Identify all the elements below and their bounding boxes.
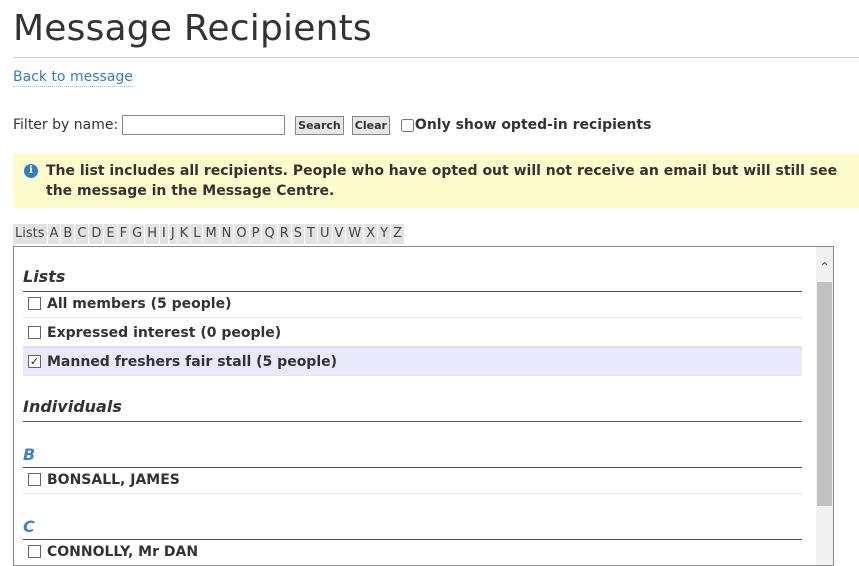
alphabet-item-q[interactable]: Q [262, 224, 277, 244]
recipient-label: Expressed interest (0 people) [47, 324, 282, 341]
info-notice: i The list includes all recipients. Peop… [13, 153, 859, 208]
scroll-thumb[interactable] [817, 282, 832, 506]
letter-heading-b: B [23, 445, 802, 468]
recipient-label: BONSALL, JAMES [47, 471, 180, 488]
alphabet-item-x[interactable]: X [364, 224, 378, 244]
alphabet-item-d[interactable]: D [89, 224, 104, 244]
alphabet-index: Lists A B C D E F G H I J K L M N O P Q R S T U V W X Y Z [13, 224, 405, 244]
search-button[interactable]: Search [295, 115, 344, 135]
filter-label: Filter by name: [13, 117, 119, 133]
recipient-row[interactable]: BONSALL, JAMES [23, 466, 802, 494]
recipient-row[interactable]: CONNOLLY, Mr DAN [23, 538, 802, 565]
alphabet-item-h[interactable]: H [145, 224, 159, 244]
alphabet-item-n[interactable]: N [219, 224, 234, 244]
clear-button[interactable]: Clear [351, 115, 390, 135]
alphabet-item-u[interactable]: U [317, 224, 332, 244]
letter-heading-c: C [23, 517, 802, 540]
checkbox-checked[interactable]: ✓ [28, 355, 41, 368]
opted-in-filter[interactable]: Only show opted-in recipients [400, 117, 652, 133]
alphabet-item-j[interactable]: J [168, 224, 177, 244]
lists-heading: Lists [23, 267, 802, 292]
recipient-label: All members (5 people) [47, 295, 232, 312]
alphabet-item-l[interactable]: L [191, 224, 203, 244]
filter-name-input[interactable] [122, 115, 286, 135]
alphabet-item-c[interactable]: C [75, 224, 89, 244]
checkbox[interactable] [28, 326, 41, 339]
alphabet-item-i[interactable]: I [159, 224, 168, 244]
back-to-message-link[interactable]: Back to message [13, 69, 133, 87]
alphabet-item-o[interactable]: O [234, 224, 249, 244]
recipients-panel: Lists All members (5 people) Expressed int… [13, 246, 834, 566]
alphabet-item-z[interactable]: Z [391, 224, 405, 244]
list-item[interactable]: ✓ Manned freshers fair stall (5 people) [23, 347, 802, 376]
alphabet-item-r[interactable]: R [277, 224, 291, 244]
alphabet-item-t[interactable]: T [305, 224, 317, 244]
page-title: Message Recipients [13, 8, 372, 49]
recipient-label: Manned freshers fair stall (5 people) [47, 353, 338, 370]
alphabet-item-p[interactable]: P [249, 224, 262, 244]
recipient-label: CONNOLLY, Mr DAN [47, 543, 199, 560]
info-text: The list includes all recipients. People… [46, 163, 838, 199]
chevron-up-icon[interactable]: ⌃ [816, 260, 833, 274]
alphabet-item-f[interactable]: F [117, 224, 130, 244]
alphabet-item-m[interactable]: M [203, 224, 219, 244]
alphabet-item-y[interactable]: Y [378, 224, 391, 244]
alphabet-item-k[interactable]: K [177, 224, 191, 244]
alphabet-item-v[interactable]: V [332, 224, 346, 244]
checkbox[interactable] [28, 545, 41, 558]
checkbox[interactable] [28, 297, 41, 310]
info-icon: i [24, 164, 38, 178]
alphabet-item-g[interactable]: G [130, 224, 145, 244]
alphabet-item-b[interactable]: B [61, 224, 75, 244]
filter-bar: Filter by name: Search Clear Only show o… [13, 114, 651, 136]
alphabet-item-w[interactable]: W [346, 224, 364, 244]
opted-in-checkbox[interactable] [400, 118, 414, 132]
list-item[interactable]: Expressed interest (0 people) [23, 319, 802, 347]
alphabet-item-e[interactable]: E [104, 224, 117, 244]
list-item[interactable]: All members (5 people) [23, 290, 802, 318]
alphabet-item-s[interactable]: S [291, 224, 305, 244]
checkbox[interactable] [28, 473, 41, 486]
scrollbar[interactable]: ⌃ [816, 247, 833, 565]
alphabet-item-lists[interactable]: Lists [13, 224, 47, 244]
alphabet-item-a[interactable]: A [47, 224, 61, 244]
opted-in-label: Only show opted-in recipients [414, 117, 652, 133]
individuals-heading: Individuals [23, 397, 802, 422]
title-divider [13, 57, 859, 58]
